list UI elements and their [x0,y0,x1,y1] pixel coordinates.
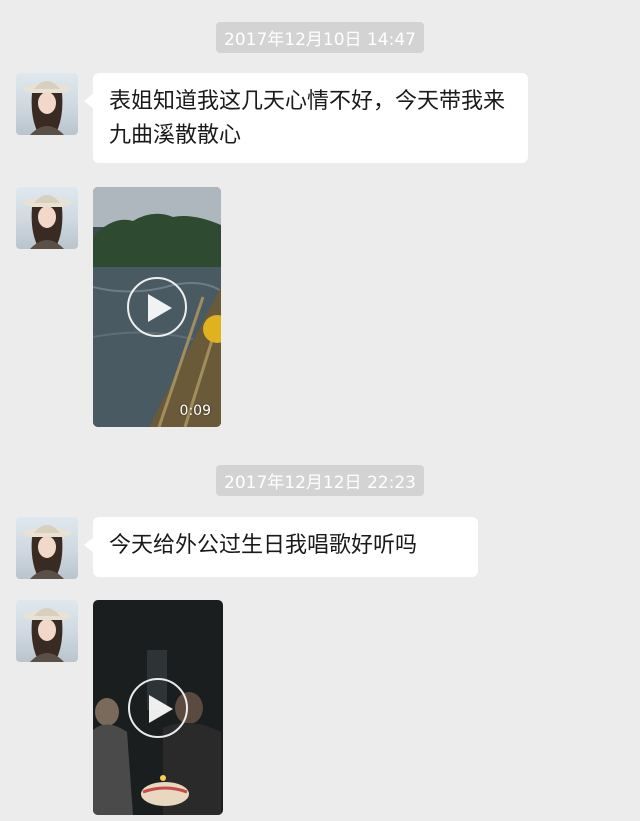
timestamp: 2017年12月10日 14:47 [216,22,424,53]
avatar[interactable] [16,600,78,662]
avatar[interactable] [16,73,78,135]
message-text: 今天给外公过生日我唱歌好听吗 [109,533,418,558]
play-icon[interactable] [128,677,188,738]
play-icon[interactable] [127,277,187,337]
video-duration: 0:09 [179,403,211,419]
avatar[interactable] [16,187,78,249]
video-message[interactable] [93,600,223,815]
timestamp: 2017年12月12日 22:23 [216,465,424,496]
avatar[interactable] [16,517,78,579]
message-bubble[interactable]: 表姐知道我这几天心情不好，今天带我来九曲溪散散心 [84,73,528,163]
message-bubble[interactable]: 今天给外公过生日我唱歌好听吗 [84,517,478,577]
video-message[interactable]: 0:09 [93,187,221,427]
message-text: 表姐知道我这几天心情不好，今天带我来九曲溪散散心 [109,89,506,148]
